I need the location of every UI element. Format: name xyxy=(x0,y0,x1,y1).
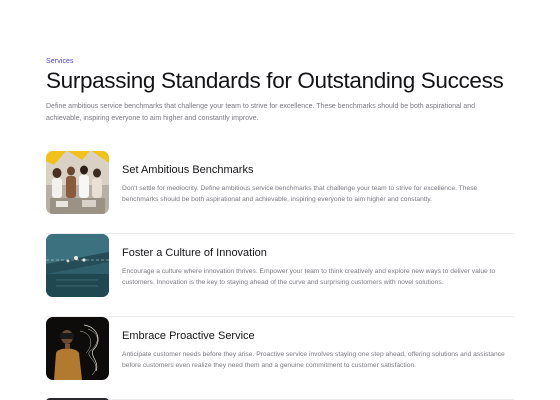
service-description: Encourage a culture where innovation thr… xyxy=(122,268,496,286)
section-intro: Define ambitious service benchmarks that… xyxy=(46,103,476,122)
team-photo-thumbnail xyxy=(46,151,109,214)
service-description: Anticipate customer needs before they ar… xyxy=(122,351,505,369)
service-description: Don't settle for mediocrity. Define ambi… xyxy=(122,185,478,203)
service-item-proactive[interactable]: Embrace Proactive Service Anticipate cus… xyxy=(46,317,514,400)
services-section: Services Surpassing Standards for Outsta… xyxy=(0,0,560,400)
service-title: Set Ambitious Benchmarks xyxy=(122,164,254,176)
page-title: Surpassing Standards for Outstanding Suc… xyxy=(46,68,504,93)
section-eyebrow: Services xyxy=(46,58,74,65)
service-item-benchmarks[interactable]: Set Ambitious Benchmarks Don't settle fo… xyxy=(46,151,514,234)
team-photo-image xyxy=(46,151,109,214)
service-title: Embrace Proactive Service xyxy=(122,330,255,342)
service-item-innovation[interactable]: Foster a Culture of Innovation Encourage… xyxy=(46,234,514,317)
vr-photo-image xyxy=(46,317,109,380)
vr-photo-thumbnail xyxy=(46,317,109,380)
aerial-photo-image xyxy=(46,234,109,297)
aerial-photo-thumbnail xyxy=(46,234,109,297)
services-list: Set Ambitious Benchmarks Don't settle fo… xyxy=(46,151,514,400)
service-title: Foster a Culture of Innovation xyxy=(122,247,267,259)
